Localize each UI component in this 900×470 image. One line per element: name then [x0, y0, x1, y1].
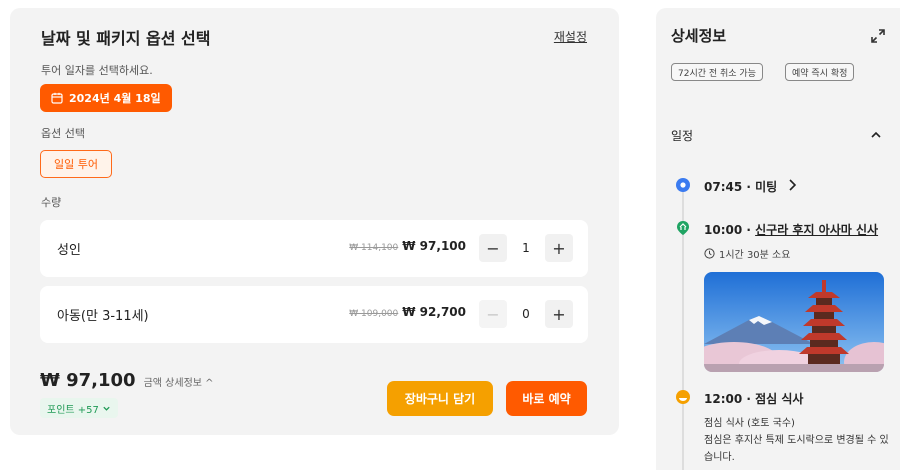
points-badge[interactable]: 포인트 +57: [40, 398, 118, 418]
quantity-stepper: − 1 +: [479, 234, 573, 262]
quantity-stepper: − 0 +: [479, 300, 573, 328]
shrine-link[interactable]: 신구라 후지 아사마 신사: [755, 223, 878, 237]
reset-link[interactable]: 재설정: [554, 28, 587, 45]
minus-button[interactable]: −: [479, 234, 507, 262]
duration-info: 1시간 30분 소요: [704, 246, 790, 261]
original-price: ₩ 114,100: [349, 243, 399, 253]
lunch-note: 점심은 후지산 특제 도시락으로 변경될 수 있습니다.: [704, 435, 889, 463]
schedule-place: 미팅: [755, 180, 778, 194]
schedule-item-lunch: 12:00 · 점심 식사: [704, 392, 804, 406]
plus-button[interactable]: +: [545, 234, 573, 262]
schedule-time: 12:00: [704, 392, 743, 406]
points-label: 포인트 +57: [47, 404, 99, 416]
chevron-up-icon[interactable]: [870, 129, 882, 141]
cancel-policy-tag: 72시간 전 취소 가능: [671, 63, 763, 81]
calendar-icon: [51, 92, 63, 104]
ticket-name: 아동(만 3-11세): [57, 309, 149, 324]
schedule-label: 일정: [671, 129, 694, 143]
sale-price: ₩ 92,700: [402, 305, 466, 319]
minus-button[interactable]: −: [479, 300, 507, 328]
add-to-cart-button[interactable]: 장바구니 담기: [387, 381, 493, 416]
booking-panel: 날짜 및 패키지 옵션 선택 재설정 투어 일자를 선택하세요. 2024년 4…: [10, 8, 619, 435]
details-title: 상세정보: [671, 27, 727, 45]
lunch-description: 점심 식사 (호토 국수) 점심은 후지산 특제 도시락으로 변경될 수 있습니…: [704, 415, 889, 466]
chevron-down-icon: [103, 406, 110, 411]
date-picker-button[interactable]: 2024년 4월 18일: [40, 84, 172, 112]
sale-price: ₩ 97,100: [402, 239, 466, 253]
book-now-button[interactable]: 바로 예약: [506, 381, 587, 416]
total-price: ₩ 97,100 금액 상세정보 ^: [40, 370, 214, 391]
shrine-photo-illustration: [704, 272, 884, 372]
schedule-time: 07:45: [704, 180, 743, 194]
option-label: 옵션 선택: [41, 127, 85, 140]
meal-icon: [676, 390, 690, 404]
qty-row-child: 아동(만 3-11세) ₩ 109,000 ₩ 92,700 − 0 +: [40, 286, 588, 343]
option-chip-day-tour[interactable]: 일일 투어: [40, 150, 112, 178]
selected-date: 2024년 4월 18일: [69, 92, 161, 105]
instant-confirm-tag: 예약 즉시 확정: [785, 63, 855, 81]
quantity-label: 수량: [41, 196, 62, 209]
landmark-icon: [677, 221, 689, 235]
qty-row-adult: 성인 ₩ 114,100 ₩ 97,100 − 1 +: [40, 220, 588, 277]
price-detail-toggle[interactable]: 금액 상세정보 ^: [144, 374, 214, 389]
booking-title: 날짜 및 패키지 옵션 선택: [41, 29, 211, 48]
chevron-right-icon[interactable]: [788, 179, 798, 191]
total-amount: ₩ 97,100: [40, 370, 136, 391]
price-group: ₩ 109,000 ₩ 92,700: [349, 305, 466, 319]
schedule-item-shrine: 10:00 · 신구라 후지 아사마 신사: [704, 223, 879, 237]
location-pin-icon: [676, 178, 690, 192]
original-price: ₩ 109,000: [349, 309, 399, 319]
duration-text: 1시간 30분 소요: [719, 250, 791, 261]
schedule-place: 점심 식사: [755, 392, 804, 406]
plus-button[interactable]: +: [545, 300, 573, 328]
date-prompt: 투어 일자를 선택하세요.: [41, 64, 153, 77]
quantity-value: 1: [522, 241, 530, 255]
shrine-photo[interactable]: [704, 272, 884, 372]
schedule-time: 10:00: [704, 223, 743, 237]
lunch-menu: 점심 식사 (호토 국수): [704, 418, 795, 429]
price-group: ₩ 114,100 ₩ 97,100: [349, 239, 466, 253]
schedule-item-meeting: 07:45 · 미팅: [704, 180, 778, 194]
expand-icon[interactable]: [870, 28, 886, 44]
clock-icon: [704, 248, 715, 259]
ticket-name: 성인: [57, 243, 81, 258]
quantity-value: 0: [522, 307, 530, 321]
details-panel: 상세정보 72시간 전 취소 가능 예약 즉시 확정 일정 07:45 · 미팅…: [656, 8, 900, 470]
